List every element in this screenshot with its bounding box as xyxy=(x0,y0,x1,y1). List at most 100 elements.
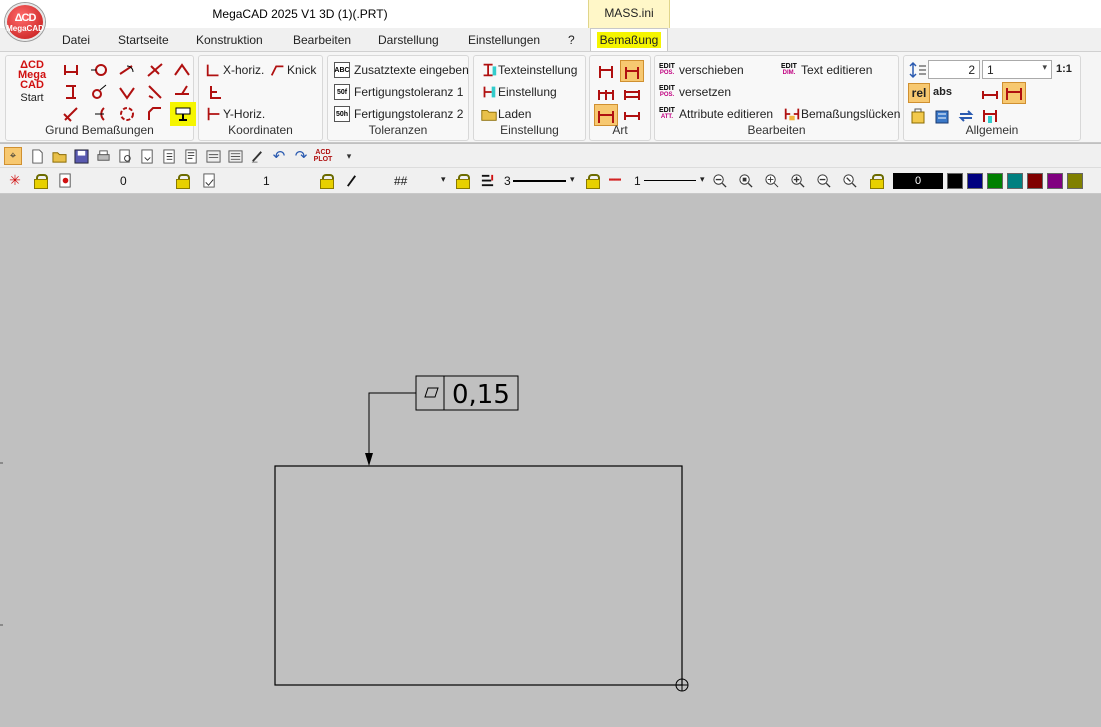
chevron-down-icon[interactable]: ▾ xyxy=(570,174,575,185)
dim-angle-icon[interactable] xyxy=(172,60,192,80)
precision-select[interactable]: 1 ▾ xyxy=(982,60,1052,79)
dim-radius-icon[interactable] xyxy=(117,60,137,80)
list-icon[interactable] xyxy=(226,147,244,165)
texteinstellung-button[interactable]: Texteinstellung xyxy=(480,60,577,80)
app-logo-button[interactable]: ΔCD MegaCAD xyxy=(5,3,45,41)
dim-circle-icon[interactable] xyxy=(117,104,137,124)
leader-line[interactable] xyxy=(368,392,416,457)
versetzen-button[interactable]: EDIT POS. versetzen xyxy=(659,82,731,102)
save-icon[interactable] xyxy=(72,147,90,165)
dim-radius-2-icon[interactable] xyxy=(145,82,165,102)
lock-icon[interactable] xyxy=(176,174,190,189)
lock-icon[interactable] xyxy=(456,174,470,189)
tab-bearbeiten[interactable]: Bearbeiten xyxy=(293,33,351,47)
brush-icon[interactable] xyxy=(248,147,266,165)
knick-button[interactable]: Knick xyxy=(269,60,316,80)
line-width-icon[interactable] xyxy=(478,171,496,189)
color-swatch[interactable] xyxy=(1047,173,1063,189)
einstellung-button[interactable]: Einstellung xyxy=(480,82,557,102)
dim-arrows-icon[interactable] xyxy=(980,84,1000,104)
chevron-down-icon[interactable]: ▾ xyxy=(700,174,705,185)
art-chain-icon[interactable] xyxy=(596,84,616,104)
abs-button[interactable]: abs xyxy=(933,86,952,98)
lock-icon[interactable] xyxy=(34,174,48,189)
attribute-editieren-button[interactable]: EDIT ATT. Attribute editieren xyxy=(659,104,773,124)
open-folder-icon[interactable] xyxy=(50,147,68,165)
art-base-icon[interactable] xyxy=(622,84,642,104)
chevron-down-icon[interactable]: ▾ xyxy=(441,174,446,185)
bemassungsluecken-button[interactable]: Bemaßungslücken xyxy=(783,104,900,124)
dim-value-icon[interactable] xyxy=(1002,82,1026,104)
verschieben-button[interactable]: EDIT POS. verschieben xyxy=(659,60,744,80)
line-type-icon[interactable]: ┅┅ xyxy=(606,171,624,189)
dim-radius-3-icon[interactable] xyxy=(89,104,109,124)
lock-icon[interactable] xyxy=(586,174,600,189)
y-horiz-button[interactable]: Y-Horiz. xyxy=(205,104,265,124)
snap-icon[interactable]: ✳ xyxy=(6,171,24,189)
dim-diameter-2-icon[interactable] xyxy=(89,82,109,102)
text-editieren-button[interactable]: EDIT DIM. Text editieren xyxy=(781,60,872,80)
hatch-pattern-value[interactable]: ## xyxy=(394,174,407,188)
zoom-window-icon[interactable] xyxy=(736,171,754,189)
undo-icon[interactable]: ↶ xyxy=(270,147,288,165)
zoom-in-icon[interactable] xyxy=(788,171,806,189)
redo-icon[interactable]: ↷ xyxy=(292,147,310,165)
fertigungstoleranz-1-button[interactable]: 50f Fertigungstoleranz 1 xyxy=(334,82,463,102)
color-swatch[interactable] xyxy=(967,173,983,189)
select-mode-icon[interactable]: ⌖ xyxy=(4,147,22,165)
group-value[interactable]: 1 xyxy=(263,174,270,188)
dim-diagonal-icon[interactable] xyxy=(61,104,81,124)
line-spacing-icon[interactable] xyxy=(908,60,928,80)
print-preview-icon[interactable] xyxy=(116,147,134,165)
zusatztexte-button[interactable]: ABC Zusatztexte eingeben xyxy=(334,60,469,80)
toolbar-overflow-icon[interactable]: ▾ xyxy=(340,147,358,165)
properties-icon[interactable] xyxy=(182,147,200,165)
lock-icon[interactable] xyxy=(870,174,884,189)
coordinate-origin-icon[interactable] xyxy=(205,82,225,102)
art-standard-icon[interactable] xyxy=(596,62,616,82)
snap-point-marker-icon[interactable] xyxy=(675,678,689,692)
line-width-value[interactable]: 3 xyxy=(504,174,511,188)
print-icon[interactable] xyxy=(94,147,112,165)
color-swatch[interactable] xyxy=(1027,173,1043,189)
plot-icon[interactable]: ACD PLOT xyxy=(314,147,333,165)
color-swatch[interactable] xyxy=(1007,173,1023,189)
zoom-out-2-icon[interactable] xyxy=(814,171,832,189)
tab-help[interactable]: ? xyxy=(568,33,575,47)
tab-bemassung[interactable]: Bemaßung xyxy=(590,28,668,52)
spacing-input[interactable]: 2 xyxy=(928,60,980,79)
color-swatch[interactable] xyxy=(1067,173,1083,189)
x-horiz-button[interactable]: X-horiz. xyxy=(205,60,264,80)
color-swatch[interactable] xyxy=(987,173,1003,189)
dim-vertical-icon[interactable] xyxy=(61,82,81,102)
laden-button[interactable]: Laden xyxy=(480,104,531,124)
color-value-field[interactable]: 0 xyxy=(893,173,943,189)
tab-startseite[interactable]: Startseite xyxy=(118,33,169,47)
layer-icon[interactable] xyxy=(56,171,74,189)
group-icon[interactable] xyxy=(200,171,218,189)
zoom-previous-icon[interactable] xyxy=(840,171,858,189)
drawing-canvas[interactable]: 0,15 xyxy=(0,195,1101,727)
tab-darstellung[interactable]: Darstellung xyxy=(378,33,439,47)
dim-chamfer-icon[interactable] xyxy=(145,104,165,124)
part-rectangle[interactable] xyxy=(274,465,683,686)
feature-control-frame[interactable]: 0,15 xyxy=(415,375,519,411)
zoom-out-icon[interactable] xyxy=(710,171,728,189)
tab-konstruktion[interactable]: Konstruktion xyxy=(196,33,263,47)
zoom-pan-icon[interactable] xyxy=(762,171,780,189)
rel-button[interactable]: rel xyxy=(908,83,930,103)
dim-chain-icon[interactable] xyxy=(145,60,165,80)
dim-arc-icon[interactable] xyxy=(117,82,137,102)
lock-icon[interactable] xyxy=(320,174,334,189)
layers-icon[interactable] xyxy=(204,147,222,165)
dim-angle-45-icon[interactable] xyxy=(172,82,192,102)
start-button[interactable]: ΔCD Mega CAD Start xyxy=(12,60,52,112)
fertigungstoleranz-2-button[interactable]: 50h Fertigungstoleranz 2 xyxy=(334,104,463,124)
color-swatch[interactable] xyxy=(947,173,963,189)
pen-icon[interactable] xyxy=(342,171,360,189)
layer-value[interactable]: 0 xyxy=(120,174,127,188)
line-type-value[interactable]: 1 xyxy=(634,174,641,188)
art-auto-icon[interactable] xyxy=(620,60,644,82)
new-file-icon[interactable] xyxy=(28,147,46,165)
dim-diameter-icon[interactable] xyxy=(89,60,109,80)
